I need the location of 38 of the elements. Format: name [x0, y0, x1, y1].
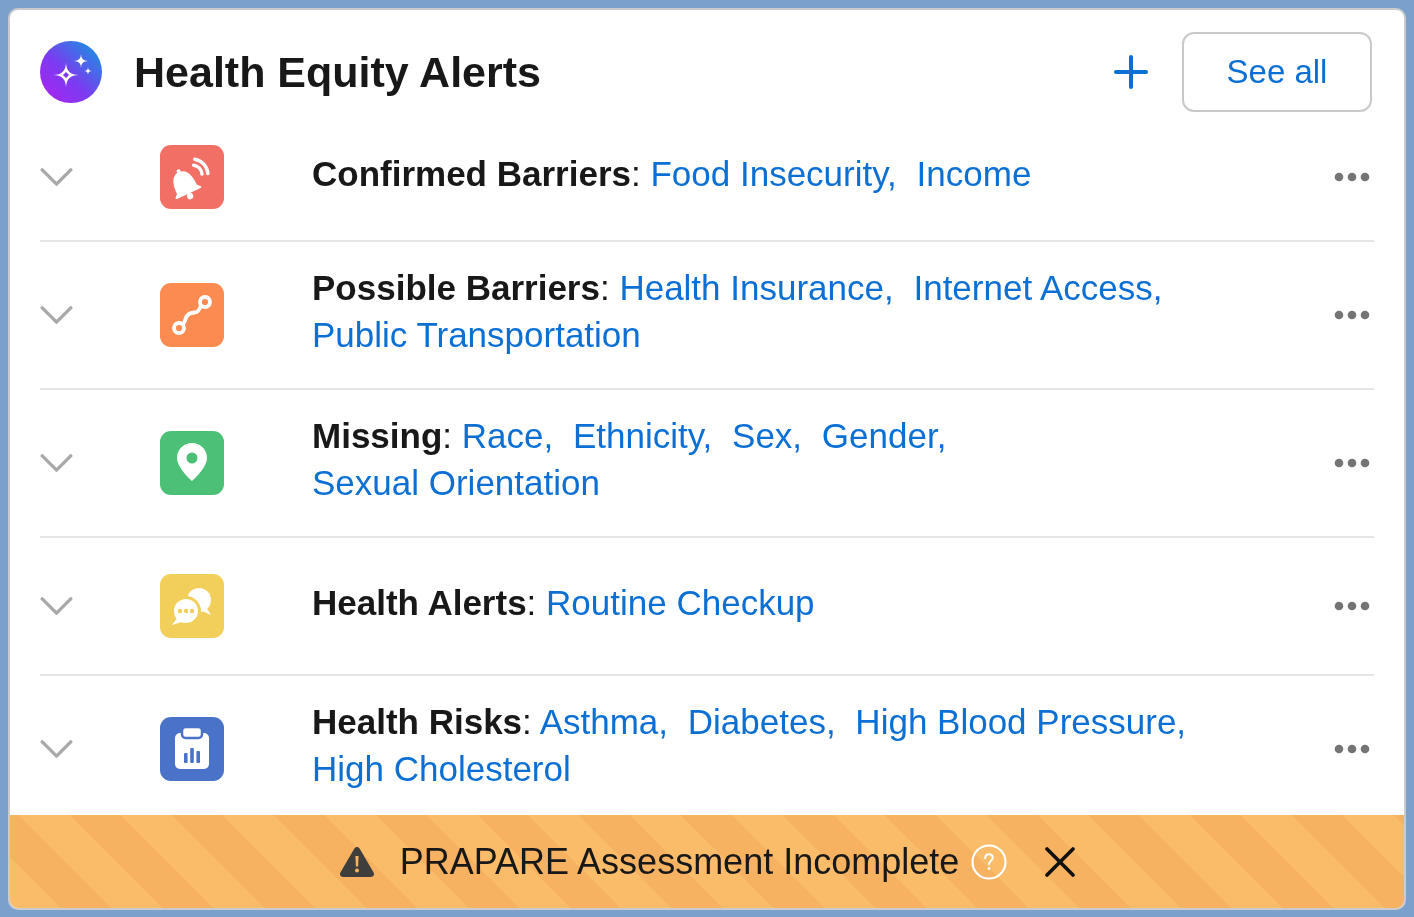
item-link[interactable]: Diabetes, — [687, 702, 836, 741]
plus-icon — [1114, 55, 1148, 89]
card-title: Health Equity Alerts — [134, 47, 542, 98]
close-button[interactable] — [1045, 846, 1076, 877]
item-link[interactable]: Income — [916, 153, 1032, 193]
warning-icon — [338, 846, 375, 877]
chevron-down-icon — [40, 167, 73, 187]
item-link[interactable]: Food Insecurity, — [650, 153, 897, 193]
ellipsis-icon — [1334, 744, 1370, 754]
item-link[interactable]: Sex, — [732, 416, 803, 455]
item-link[interactable]: Ethnicity, — [572, 416, 713, 455]
item-link[interactable]: Sexual Orientation — [312, 463, 600, 502]
item-link[interactable]: Health Insurance, — [619, 268, 894, 307]
see-all-button[interactable]: See all — [1182, 32, 1372, 112]
ellipsis-icon — [1334, 172, 1370, 182]
item-link[interactable]: High Cholesterol — [312, 749, 571, 788]
alert-text: Possible Barriers: Health Insurance, Internet Access, Public Transportation — [312, 267, 1164, 356]
item-link[interactable]: High Blood Pressure, — [855, 702, 1187, 741]
ellipsis-icon — [1334, 458, 1370, 468]
sparkle-icon — [40, 41, 102, 103]
alert-text: Missing: Race, Ethnicity, Sex, Gender, Sexual Orientation — [312, 415, 948, 504]
alert-text: Health Alerts: Routine Checkup — [312, 581, 816, 624]
chevron-down-icon — [40, 596, 73, 616]
chevron-down-icon — [40, 453, 73, 473]
item-link[interactable]: Internet Access, — [913, 268, 1163, 307]
chevron-down-icon — [40, 305, 73, 325]
item-link[interactable]: Public Transportation — [312, 315, 641, 354]
chevron-down-icon — [40, 739, 73, 759]
alert-text: Health Risks: Asthma, Diabetes, High Blood Pressure, High Cholesterol — [312, 701, 1188, 790]
item-link[interactable]: Gender, — [821, 416, 947, 455]
ellipsis-icon — [1334, 601, 1370, 611]
item-link[interactable]: Asthma, — [539, 702, 668, 741]
ellipsis-icon — [1334, 310, 1370, 320]
close-icon — [1045, 846, 1076, 877]
item-link[interactable]: Race, — [461, 416, 554, 455]
banner-message: PRAPARE Assessment Incomplete — [399, 839, 960, 884]
alert-text: Confirmed Barriers: Food Insecurity, Income — [312, 152, 1033, 195]
item-link[interactable]: Routine Checkup — [546, 582, 815, 622]
